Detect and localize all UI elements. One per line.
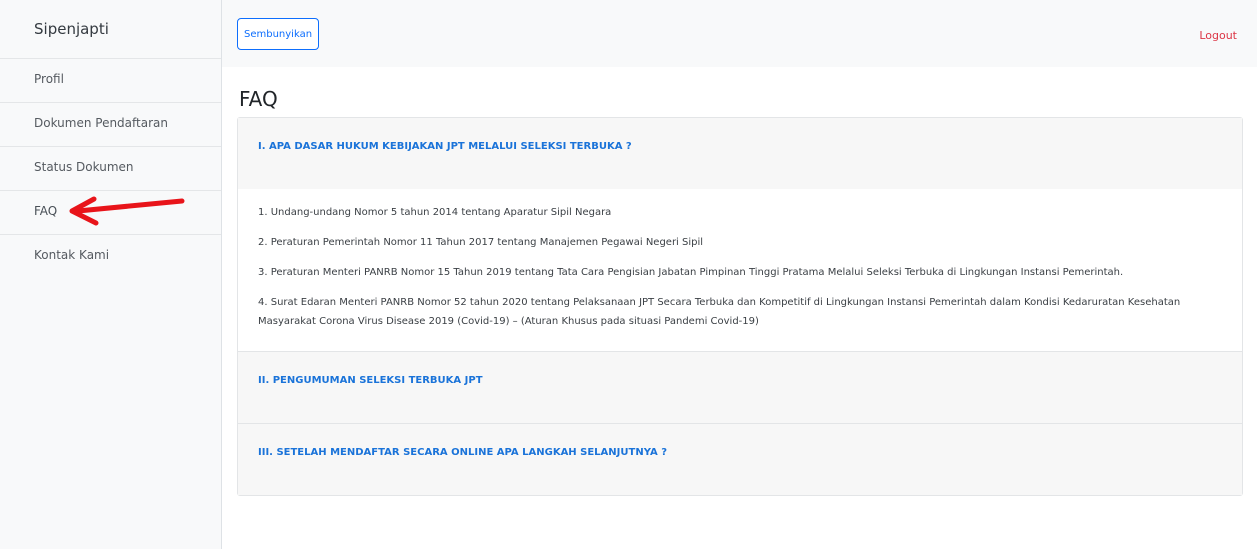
faq-question-3[interactable]: III. SETELAH MENDAFTAR SECARA ONLINE APA… bbox=[238, 424, 1242, 495]
sidebar-item-profil[interactable]: Profil bbox=[0, 59, 221, 103]
faq-answer-line: 4. Surat Edaran Menteri PANRB Nomor 52 t… bbox=[258, 297, 1181, 327]
faq-question-1[interactable]: I. APA DASAR HUKUM KEBIJAKAN JPT MELALUI… bbox=[238, 118, 1242, 189]
faq-answer-line: 1. Undang-undang Nomor 5 tahun 2014 tent… bbox=[258, 207, 612, 218]
red-arrow-icon bbox=[69, 196, 185, 226]
faq-answer-1: 1. Undang-undang Nomor 5 tahun 2014 tent… bbox=[238, 189, 1242, 351]
faq-answer-line: 2. Peraturan Pemerintah Nomor 11 Tahun 2… bbox=[258, 237, 704, 248]
sidebar: Sipenjapti Profil Dokumen Pendaftaran St… bbox=[0, 0, 222, 549]
sidebar-brand[interactable]: Sipenjapti bbox=[0, 0, 221, 59]
sembunyikan-button[interactable]: Sembunyikan bbox=[237, 18, 320, 50]
faq-accordion: I. APA DASAR HUKUM KEBIJAKAN JPT MELALUI… bbox=[237, 117, 1243, 496]
page-title: FAQ bbox=[239, 87, 278, 111]
sidebar-item-status-dokumen[interactable]: Status Dokumen bbox=[0, 147, 221, 191]
faq-item-1: I. APA DASAR HUKUM KEBIJAKAN JPT MELALUI… bbox=[238, 118, 1242, 352]
faq-answer-line: 3. Peraturan Menteri PANRB Nomor 15 Tahu… bbox=[258, 267, 1124, 278]
sidebar-item-dokumen-pendaftaran[interactable]: Dokumen Pendaftaran bbox=[0, 103, 221, 147]
faq-item-3: III. SETELAH MENDAFTAR SECARA ONLINE APA… bbox=[238, 424, 1242, 495]
app-root: Sipenjapti Profil Dokumen Pendaftaran St… bbox=[0, 0, 1257, 549]
sidebar-item-kontak-kami[interactable]: Kontak Kami bbox=[0, 235, 221, 279]
topbar: Sembunyikan Logout bbox=[222, 0, 1257, 67]
faq-item-2: II. PENGUMUMAN SELEKSI TERBUKA JPT bbox=[238, 352, 1242, 424]
faq-question-2[interactable]: II. PENGUMUMAN SELEKSI TERBUKA JPT bbox=[238, 352, 1242, 423]
logout-link[interactable]: Logout bbox=[1199, 29, 1237, 42]
